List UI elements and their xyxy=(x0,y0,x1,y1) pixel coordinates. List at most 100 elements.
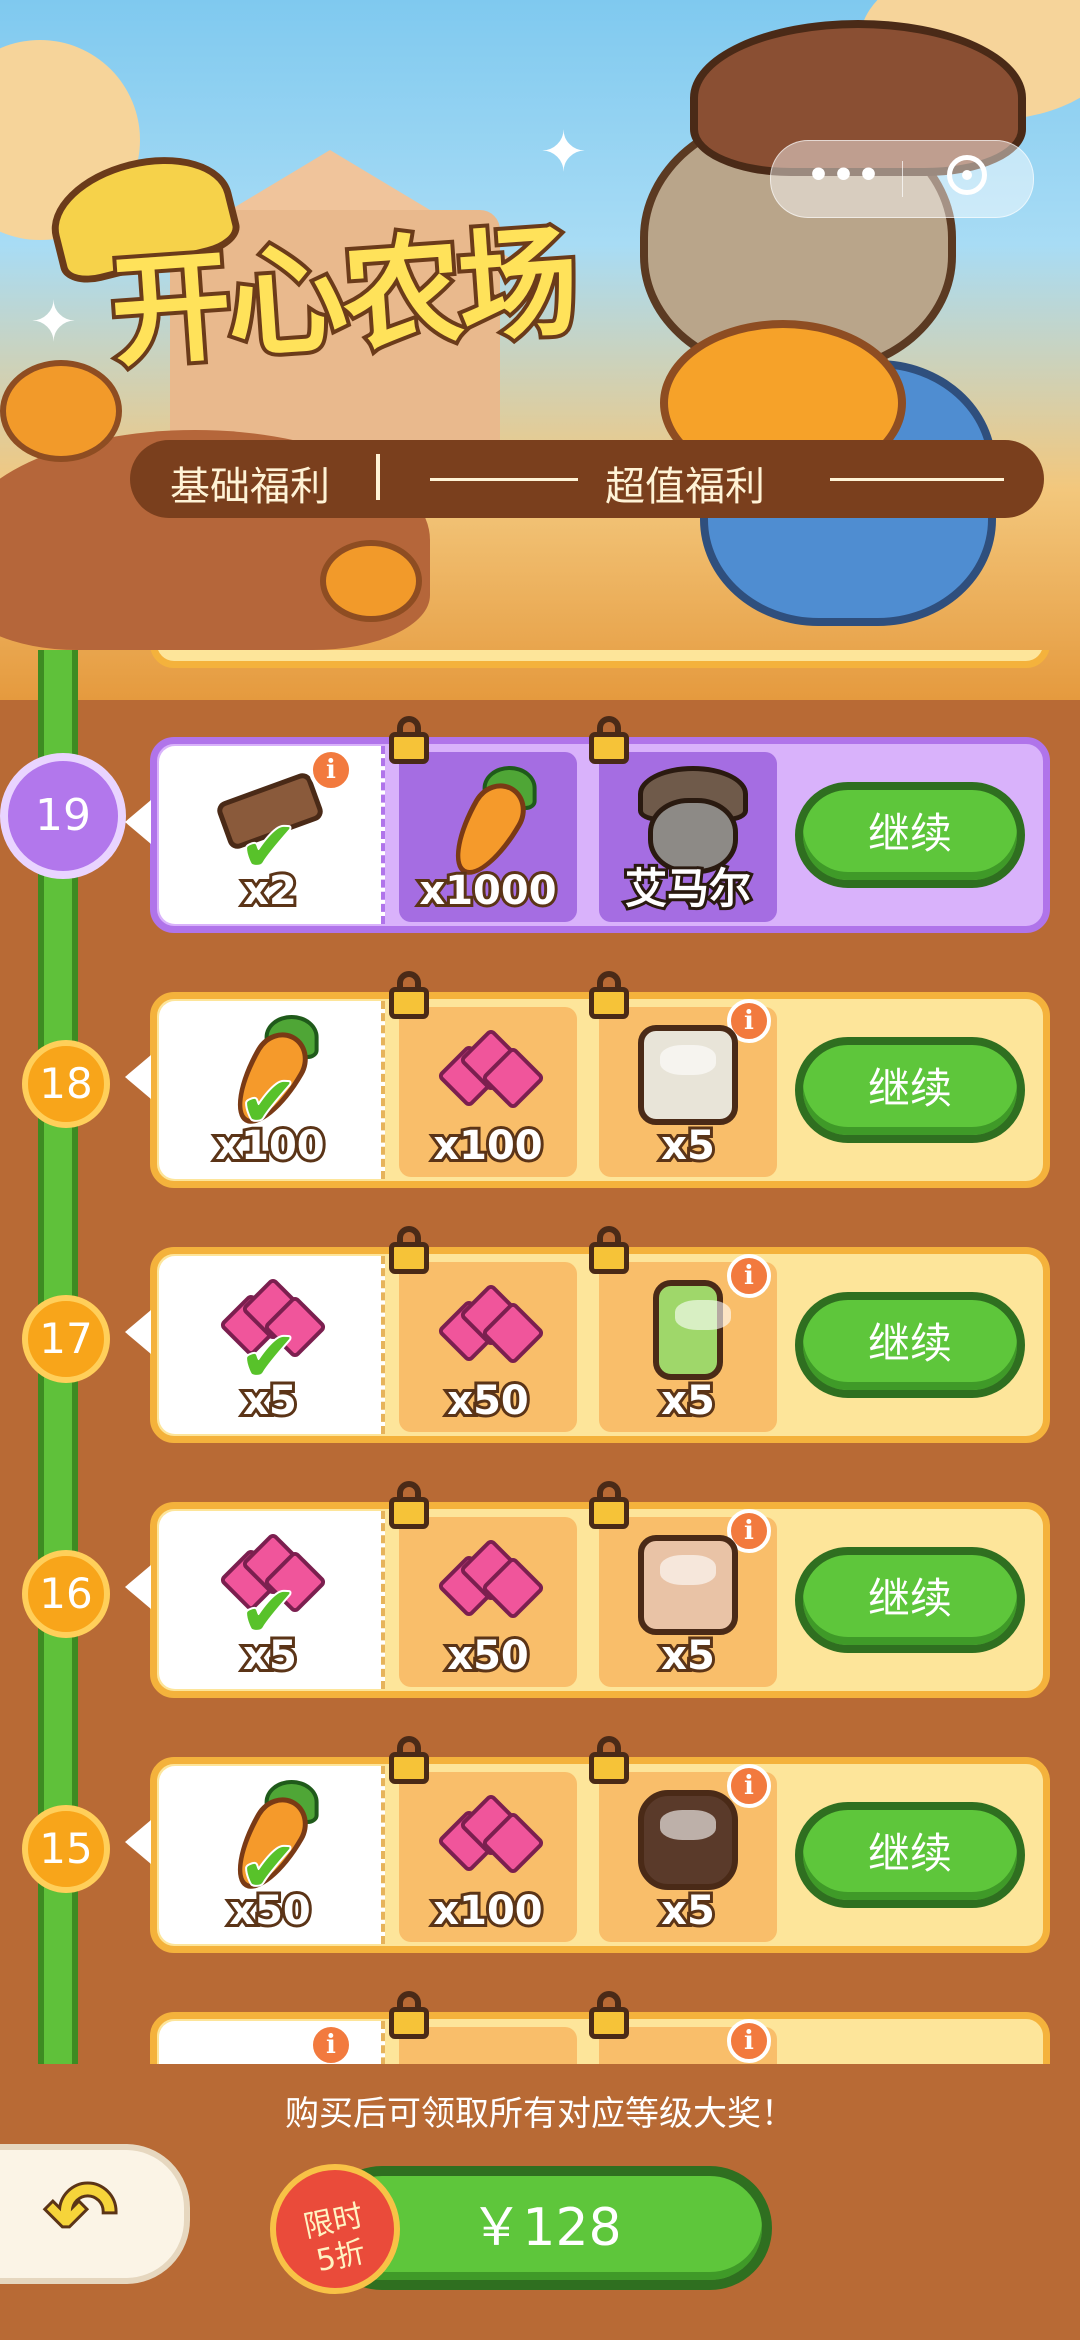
reward-level-list[interactable]: 19 ✔ i x2 x1000 艾马尔 继续 18 ✔ x100 x100 i … xyxy=(0,650,1080,2065)
free-reward-slot[interactable]: ✔ x5 xyxy=(159,1256,385,1434)
free-reward-slot[interactable]: ✔ x100 xyxy=(159,1001,385,1179)
rice-cooker-icon xyxy=(638,1025,738,1125)
reward-quantity: x5 xyxy=(658,1630,718,1682)
lock-icon xyxy=(589,1991,629,2039)
reward-row: 18 ✔ x100 x100 i x5 继续 xyxy=(0,971,1080,1200)
lock-icon xyxy=(389,1991,429,2039)
reward-card: ✔ x100 x100 i x5 继续 xyxy=(125,971,1050,1188)
back-arrow-icon: ↶ xyxy=(43,2161,119,2265)
purchase-footer: 购买后可领取所有对应等级大奖！ ↶ ￥128 限时 5折 xyxy=(0,2064,1080,2340)
reward-card xyxy=(150,650,1050,668)
continue-button[interactable]: 继续 xyxy=(795,782,1025,888)
paid-reward-slot xyxy=(389,1991,577,2065)
welfare-divider xyxy=(376,454,380,500)
sparkle-icon: ✦ xyxy=(540,120,587,185)
reward-row-partial: i i xyxy=(0,1991,1080,2065)
reward-row: 16 ✔ x5 x50 i x5 继续 xyxy=(0,1481,1080,1710)
reward-quantity: x50 xyxy=(444,1630,531,1682)
reward-card: ✔ i x2 x1000 艾马尔 继续 xyxy=(125,716,1050,933)
level-badge: 17 xyxy=(22,1295,110,1383)
card-pointer xyxy=(125,1820,151,1864)
reward-card: i i xyxy=(150,1991,1050,2065)
pumpkin-decoration xyxy=(320,540,422,622)
decor-line xyxy=(830,478,1004,481)
paid-reward-slot[interactable]: x100 xyxy=(389,971,577,1177)
info-icon[interactable]: i xyxy=(309,748,353,792)
reward-quantity: x100 xyxy=(430,1885,545,1937)
decor-line xyxy=(430,478,578,481)
avatar-name: 艾马尔 xyxy=(622,861,754,916)
gem-icon xyxy=(436,1027,546,1113)
reward-quantity: x5 xyxy=(658,1885,718,1937)
card-pointer xyxy=(125,1310,151,1354)
slow-cooker-icon xyxy=(638,1535,738,1635)
paid-reward-slot[interactable]: x50 xyxy=(389,1226,577,1432)
reward-quantity: x5 xyxy=(658,1120,718,1172)
paid-reward-slot[interactable]: x100 xyxy=(389,1736,577,1942)
paid-reward-slot[interactable]: i x5 xyxy=(589,1736,777,1942)
stew-pot-icon xyxy=(638,1790,738,1890)
continue-button[interactable]: 继续 xyxy=(795,1292,1025,1398)
paid-reward-slot: i xyxy=(589,1991,777,2065)
blender-icon xyxy=(653,1280,731,1380)
paid-reward-slot[interactable]: x50 xyxy=(389,1481,577,1687)
more-menu-icon[interactable]: ••• xyxy=(807,155,882,196)
reward-quantity: x5 xyxy=(658,1375,718,1427)
level-badge: 15 xyxy=(22,1805,110,1893)
reward-quantity: x5 xyxy=(240,1630,300,1682)
reward-row-partial xyxy=(0,650,1080,680)
free-reward-slot[interactable]: ✔ x5 xyxy=(159,1511,385,1689)
mini-program-capsule: ••• xyxy=(770,140,1034,218)
card-pointer xyxy=(125,800,151,844)
gem-icon xyxy=(436,1537,546,1623)
lock-icon xyxy=(589,1736,629,1784)
lock-icon xyxy=(389,716,429,764)
reward-quantity: x100 xyxy=(430,1120,545,1172)
paid-reward-slot[interactable]: i x5 xyxy=(589,1226,777,1432)
paid-reward-slot[interactable]: 艾马尔 xyxy=(589,716,777,922)
basic-welfare-label: 基础福利 xyxy=(170,464,330,510)
gem-icon xyxy=(436,1792,546,1878)
capsule-divider xyxy=(902,161,903,197)
game-title: 开心农场 xyxy=(103,209,584,388)
purchase-notice: 购买后可领取所有对应等级大奖！ xyxy=(285,2094,795,2134)
lock-icon xyxy=(389,1736,429,1784)
card-pointer xyxy=(125,1055,151,1099)
free-reward-slot: i xyxy=(159,2021,385,2065)
lock-icon xyxy=(389,971,429,1019)
lock-icon xyxy=(589,1481,629,1529)
gem-icon xyxy=(436,1282,546,1368)
free-reward-slot[interactable]: ✔ i x2 xyxy=(159,746,385,924)
level-badge: 16 xyxy=(22,1550,110,1638)
info-icon[interactable]: i xyxy=(727,1254,771,1298)
reward-row: 17 ✔ x5 x50 i x5 继续 xyxy=(0,1226,1080,1455)
reward-quantity: x50 xyxy=(444,1375,531,1427)
reward-quantity: x1000 xyxy=(416,865,559,917)
free-reward-slot[interactable]: ✔ x50 xyxy=(159,1766,385,1944)
back-button[interactable]: ↶ xyxy=(0,2144,190,2284)
header-banner: 开心农场 ✦ ✦ ••• 基础福利 超值福利 xyxy=(0,0,1080,700)
level-badge: 18 xyxy=(22,1040,110,1128)
reward-quantity: x100 xyxy=(212,1120,327,1172)
continue-button[interactable]: 继续 xyxy=(795,1037,1025,1143)
paid-reward-slot[interactable]: i x5 xyxy=(589,971,777,1177)
super-welfare-label: 超值福利 xyxy=(605,464,765,510)
reward-quantity: x5 xyxy=(240,1375,300,1427)
lock-icon xyxy=(589,716,629,764)
paid-reward-slot[interactable]: x1000 xyxy=(389,716,577,922)
info-icon[interactable]: i xyxy=(727,2019,771,2063)
reward-card: ✔ x50 x100 i x5 继续 xyxy=(125,1736,1050,1953)
info-icon[interactable]: i xyxy=(309,2023,353,2065)
reward-row: 15 ✔ x50 x100 i x5 继续 xyxy=(0,1736,1080,1965)
info-icon[interactable]: i xyxy=(727,1764,771,1808)
reward-quantity: x2 xyxy=(240,865,300,917)
reward-row: 19 ✔ i x2 x1000 艾马尔 继续 xyxy=(0,716,1080,945)
close-target-icon[interactable] xyxy=(947,155,987,195)
card-pointer xyxy=(125,1565,151,1609)
reward-quantity: x50 xyxy=(226,1885,313,1937)
reward-card: ✔ x5 x50 i x5 继续 xyxy=(125,1226,1050,1443)
paid-reward-slot[interactable]: i x5 xyxy=(589,1481,777,1687)
continue-button[interactable]: 继续 xyxy=(795,1802,1025,1908)
lock-icon xyxy=(389,1226,429,1274)
continue-button[interactable]: 继续 xyxy=(795,1547,1025,1653)
